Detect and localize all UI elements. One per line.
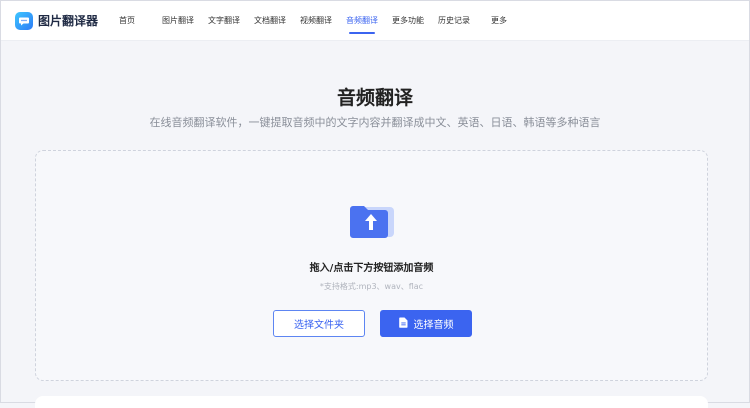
main-nav: 首页 图片翻译 文字翻译 文档翻译 视频翻译 音频翻译 更多功能 历史记录 更多 <box>111 1 507 40</box>
chat-bubble-icon <box>15 11 33 30</box>
file-icon <box>398 317 408 331</box>
drop-label: 拖入/点击下方按钮添加音频 <box>309 263 434 274</box>
nav-item-audio-translate[interactable]: 音频翻译 <box>346 1 378 40</box>
supported-formats: *支持格式:mp3、wav、flac <box>319 282 424 291</box>
top-navigation-bar: 图片翻译器 首页 图片翻译 文字翻译 文档翻译 视频翻译 音频翻译 更多功能 历… <box>1 1 749 41</box>
select-folder-label: 选择文件夹 <box>294 320 344 331</box>
nav-item-history[interactable]: 历史记录 <box>438 1 470 40</box>
select-audio-button[interactable]: 选择音频 <box>380 310 472 337</box>
main-content: 音频翻译 在线音频翻译软件，一键提取音频中的文字内容并翻译成中文、英语、日语、韩… <box>1 41 749 408</box>
nav-item-more[interactable]: 更多 <box>491 1 507 40</box>
page-subtitle: 在线音频翻译软件，一键提取音频中的文字内容并翻译成中文、英语、日语、韩语等多种语… <box>149 116 601 129</box>
select-audio-label: 选择音频 <box>413 320 454 331</box>
brand[interactable]: 图片翻译器 <box>15 11 111 30</box>
nav-item-image-translate[interactable]: 图片翻译 <box>162 1 194 40</box>
nav-item-document-translate[interactable]: 文档翻译 <box>254 1 286 40</box>
nav-item-more-features[interactable]: 更多功能 <box>392 1 424 40</box>
nav-item-video-translate[interactable]: 视频翻译 <box>300 1 332 40</box>
page-title: 音频翻译 <box>336 87 413 109</box>
bottom-panel <box>35 396 708 408</box>
folder-upload-icon <box>348 201 398 241</box>
nav-item-home[interactable]: 首页 <box>119 1 135 40</box>
nav-item-text-translate[interactable]: 文字翻译 <box>208 1 240 40</box>
upload-dropzone[interactable]: 拖入/点击下方按钮添加音频 *支持格式:mp3、wav、flac 选择文件夹 选… <box>35 150 708 381</box>
select-folder-button[interactable]: 选择文件夹 <box>273 310 365 337</box>
brand-name: 图片翻译器 <box>38 14 99 28</box>
